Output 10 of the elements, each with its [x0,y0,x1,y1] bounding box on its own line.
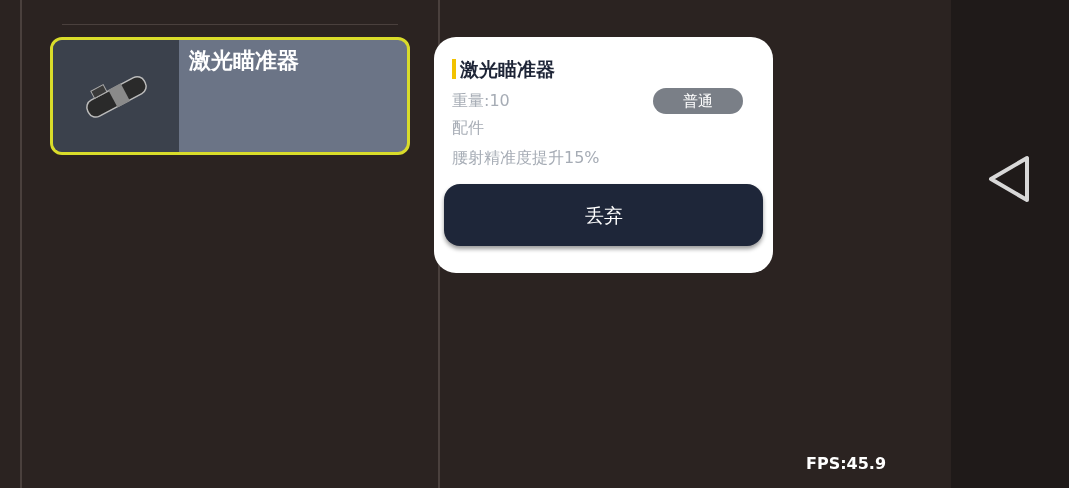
fps-counter: FPS:45.9 [806,453,887,475]
accent-bar [452,59,456,80]
item-name: 激光瞄准器 [188,47,299,75]
rarity-tag: 普通 [653,87,743,114]
effect-text: 腰射精准度提升15% [451,147,601,169]
tooltip-title: 激光瞄准器 [460,57,555,82]
category-text: 配件 [451,117,485,139]
discard-button[interactable]: 丢弃 [444,184,763,246]
weight-text: 重量:10 [452,89,510,112]
inventory-item[interactable]: 激光瞄准器 [50,37,410,155]
